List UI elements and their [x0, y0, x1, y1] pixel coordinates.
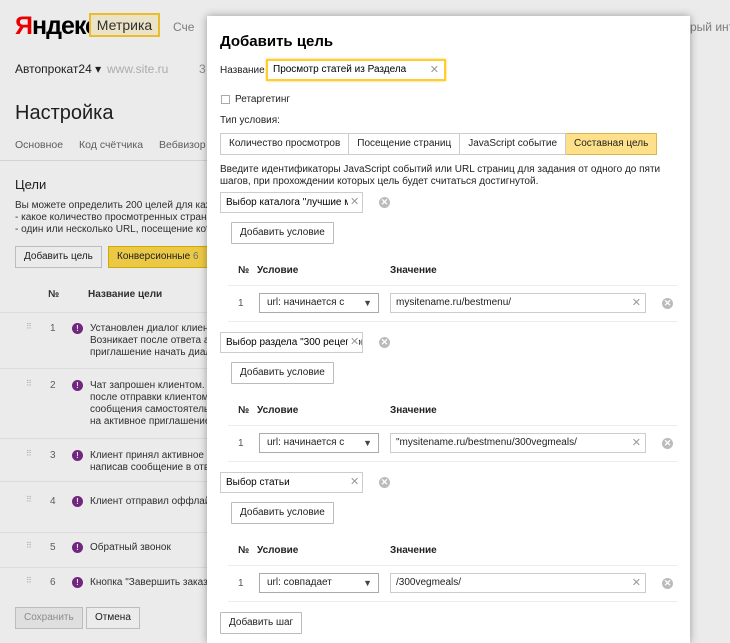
condition-index: 1	[238, 578, 244, 589]
divider	[228, 601, 677, 602]
retargeting-checkbox[interactable]	[221, 95, 230, 104]
name-label: Название	[220, 65, 265, 76]
col-condition-header: Условие	[257, 265, 299, 276]
steps-hint: Введите идентификаторы JavaScript событи…	[220, 164, 661, 187]
condition-value-input[interactable]: "mysitename.ru/bestmenu/300vegmeals/ ✕	[390, 433, 646, 453]
condition-type-label: Тип условия:	[220, 115, 280, 126]
divider	[228, 321, 677, 322]
step-name-value: Выбор каталога "лучшие ме	[226, 197, 357, 208]
divider	[228, 425, 677, 426]
col-num-header: №	[238, 545, 250, 556]
remove-condition-icon[interactable]: ✕	[662, 438, 673, 449]
divider	[228, 461, 677, 462]
remove-condition-icon[interactable]: ✕	[662, 578, 673, 589]
chevron-down-icon: ▼	[363, 298, 372, 308]
add-condition-button[interactable]: Добавить условие	[231, 222, 334, 244]
col-value-header: Значение	[390, 545, 437, 556]
add-condition-button[interactable]: Добавить условие	[231, 362, 334, 384]
goal-name-value: Просмотр статей из Раздела	[273, 64, 407, 75]
col-value-header: Значение	[390, 265, 437, 276]
clear-icon[interactable]: ✕	[632, 298, 641, 309]
tab-pageviews[interactable]: Количество просмотров	[220, 133, 350, 155]
condition-type-selector: Количество просмотров Посещение страниц …	[220, 133, 658, 155]
col-condition-header: Условие	[257, 405, 299, 416]
clear-icon[interactable]: ✕	[632, 578, 641, 589]
chevron-down-icon: ▼	[363, 438, 372, 448]
condition-select[interactable]: url: совпадает ▼	[259, 573, 379, 593]
condition-value-input[interactable]: /300vegmeals/ ✕	[390, 573, 646, 593]
add-step-button[interactable]: Добавить шаг	[220, 612, 303, 634]
clear-icon[interactable]: ✕	[348, 477, 360, 488]
condition-value: url: начинается с	[267, 297, 345, 308]
condition-value-text: "mysitename.ru/bestmenu/300vegmeals/	[396, 437, 577, 448]
goal-name-input[interactable]: Просмотр статей из Раздела ✕	[266, 59, 446, 81]
clear-icon[interactable]: ✕	[430, 65, 439, 76]
step-name-input[interactable]: Выбор раздела "300 рецептов	[220, 332, 363, 353]
step-name-value: Выбор статьи	[226, 477, 290, 488]
divider	[228, 285, 677, 286]
add-goal-dialog: Добавить цель Название Просмотр статей и…	[207, 16, 690, 643]
condition-value-text: mysitename.ru/bestmenu/	[396, 297, 512, 308]
col-num-header: №	[238, 405, 250, 416]
remove-step-icon[interactable]: ✕	[379, 197, 390, 208]
step-name-input[interactable]: Выбор статьи	[220, 472, 363, 493]
divider	[228, 565, 677, 566]
condition-value-text: /300vegmeals/	[396, 577, 462, 588]
col-num-header: №	[238, 265, 250, 276]
tab-page-visit[interactable]: Посещение страниц	[349, 133, 461, 155]
condition-value: url: начинается с	[267, 437, 345, 448]
col-value-header: Значение	[390, 405, 437, 416]
retargeting-label: Ретаргетинг	[235, 94, 291, 105]
clear-icon[interactable]: ✕	[348, 197, 360, 208]
clear-icon[interactable]: ✕	[348, 337, 360, 348]
dialog-title: Добавить цель	[220, 33, 334, 50]
remove-step-icon[interactable]: ✕	[379, 477, 390, 488]
condition-index: 1	[238, 298, 244, 309]
condition-select[interactable]: url: начинается с ▼	[259, 293, 379, 313]
col-condition-header: Условие	[257, 545, 299, 556]
chevron-down-icon: ▼	[363, 578, 372, 588]
remove-condition-icon[interactable]: ✕	[662, 298, 673, 309]
remove-step-icon[interactable]: ✕	[379, 337, 390, 348]
step-name-value: Выбор раздела "300 рецептов	[226, 337, 363, 348]
condition-value-input[interactable]: mysitename.ru/bestmenu/ ✕	[390, 293, 646, 313]
tab-composite-goal[interactable]: Составная цель	[566, 133, 658, 155]
tab-javascript-event[interactable]: JavaScript событие	[460, 133, 567, 155]
add-condition-button[interactable]: Добавить условие	[231, 502, 334, 524]
condition-select[interactable]: url: начинается с ▼	[259, 433, 379, 453]
clear-icon[interactable]: ✕	[631, 438, 641, 449]
step-name-input[interactable]: Выбор каталога "лучшие ме	[220, 192, 363, 213]
condition-index: 1	[238, 438, 244, 449]
condition-value: url: совпадает	[267, 577, 332, 588]
